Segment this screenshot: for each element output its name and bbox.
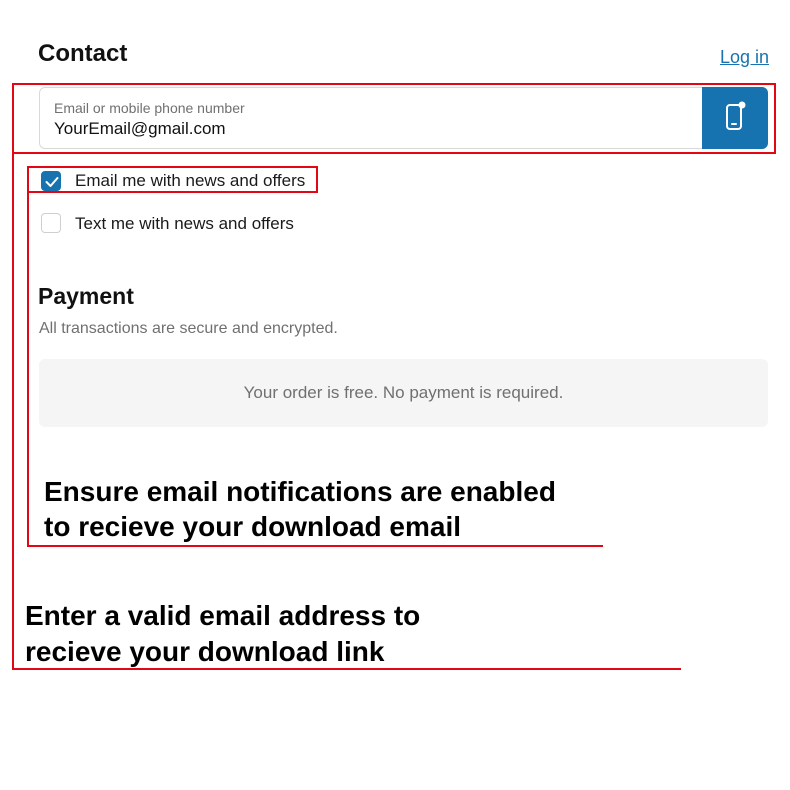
annotation-valid-email-line1: Enter a valid email address to — [25, 600, 421, 631]
annotation-box-checkbox-top — [27, 166, 318, 168]
mobile-phone-icon — [726, 101, 746, 130]
annotation-box-checkbox-bottom — [27, 191, 318, 193]
payment-notice-panel: Your order is free. No payment is requir… — [39, 359, 768, 427]
annotation-underline-valid-email — [12, 668, 681, 670]
annotation-underline-email-notifications — [27, 545, 603, 547]
payment-heading: Payment — [38, 283, 134, 309]
email-input[interactable]: YourEmail@gmail.com — [54, 119, 226, 139]
contact-heading: Contact — [38, 40, 128, 67]
email-or-phone-field[interactable]: Email or mobile phone number YourEmail@g… — [39, 87, 768, 149]
annotation-valid-email-line2: recieve your download link — [25, 636, 385, 667]
annotation-box-email-field-right — [774, 83, 776, 154]
email-field-label: Email or mobile phone number — [54, 100, 245, 116]
login-link[interactable]: Log in — [720, 46, 769, 68]
text-offers-label[interactable]: Text me with news and offers — [75, 214, 294, 234]
annotation-box-email-field-top — [12, 83, 776, 85]
annotation-bracket-left-long — [12, 83, 14, 670]
payment-subtitle: All transactions are secure and encrypte… — [39, 320, 338, 337]
checkmark-icon — [45, 177, 59, 187]
email-offers-label[interactable]: Email me with news and offers — [75, 171, 305, 191]
annotation-box-email-field-bottom — [12, 152, 776, 154]
text-offers-checkbox[interactable] — [41, 213, 61, 233]
payment-notice-text: Your order is free. No payment is requir… — [243, 383, 564, 402]
annotation-email-notifications-line1: Ensure email notifications are enabled — [44, 476, 556, 507]
annotation-box-checkbox-right — [316, 166, 318, 193]
switch-to-phone-button[interactable] — [702, 87, 768, 149]
email-offers-checkbox[interactable] — [41, 171, 61, 191]
annotation-bracket-left-short — [27, 166, 29, 547]
annotation-email-notifications-line2: to recieve your download email — [44, 511, 462, 542]
